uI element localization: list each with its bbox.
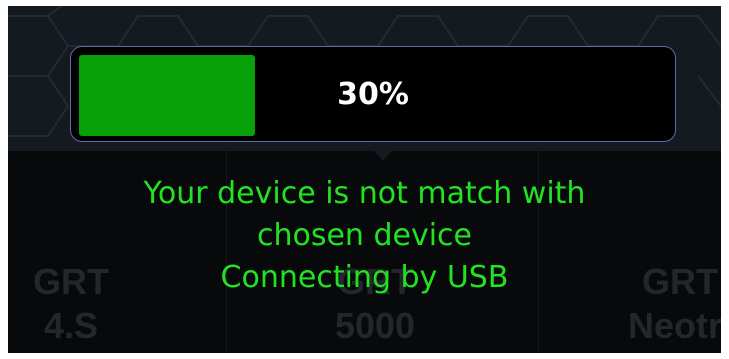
progress-bar: 30% [70, 46, 676, 142]
device-card-line2: 4.S [43, 305, 99, 346]
app-screen: GRT 4.S GRT 5000 GRT Neotro 30% Your dev… [8, 6, 721, 353]
progress-label: 30% [337, 76, 409, 112]
status-message: Your device is not match with chosen dev… [8, 173, 721, 299]
status-message-line2: chosen device [256, 218, 473, 253]
status-message-line1: Your device is not match with [143, 176, 586, 211]
status-message-line3: Connecting by USB [220, 260, 509, 295]
device-card-line2: 5000 [334, 305, 416, 346]
device-card-line2: Neotro [628, 305, 721, 346]
selection-pointer [374, 151, 392, 161]
